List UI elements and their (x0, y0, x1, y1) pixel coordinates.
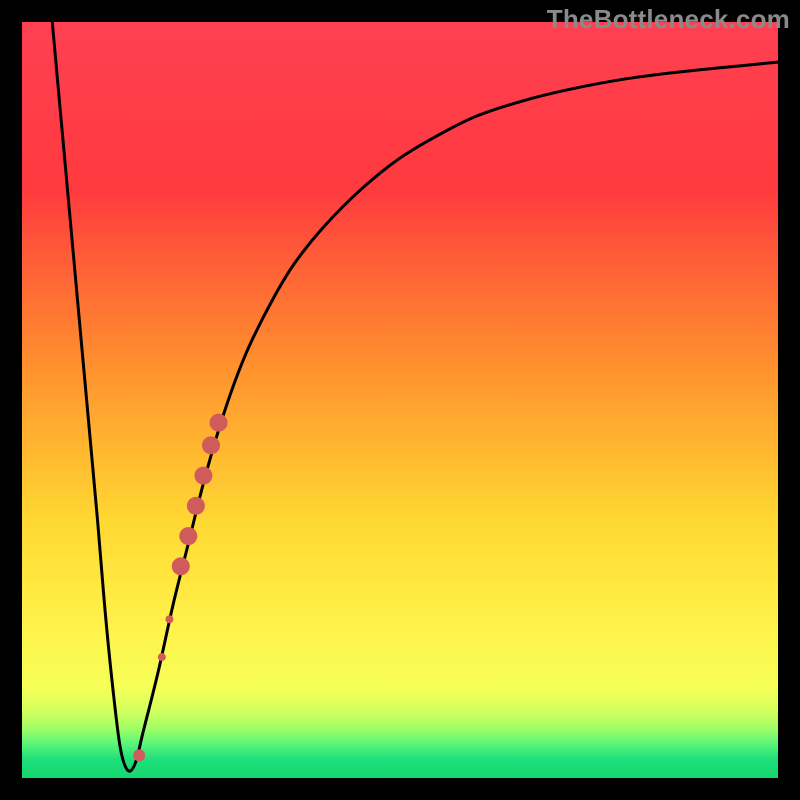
data-point (187, 497, 205, 515)
data-point (158, 653, 166, 661)
data-point (133, 749, 145, 761)
watermark-text: TheBottleneck.com (547, 4, 790, 35)
data-point (165, 615, 173, 623)
gradient-background (22, 22, 778, 778)
plot-area (22, 22, 778, 778)
chart-svg (22, 22, 778, 778)
chart-frame: TheBottleneck.com (0, 0, 800, 800)
data-point (194, 467, 212, 485)
data-point (172, 557, 190, 575)
data-point (210, 414, 228, 432)
data-point (202, 436, 220, 454)
data-point (179, 527, 197, 545)
